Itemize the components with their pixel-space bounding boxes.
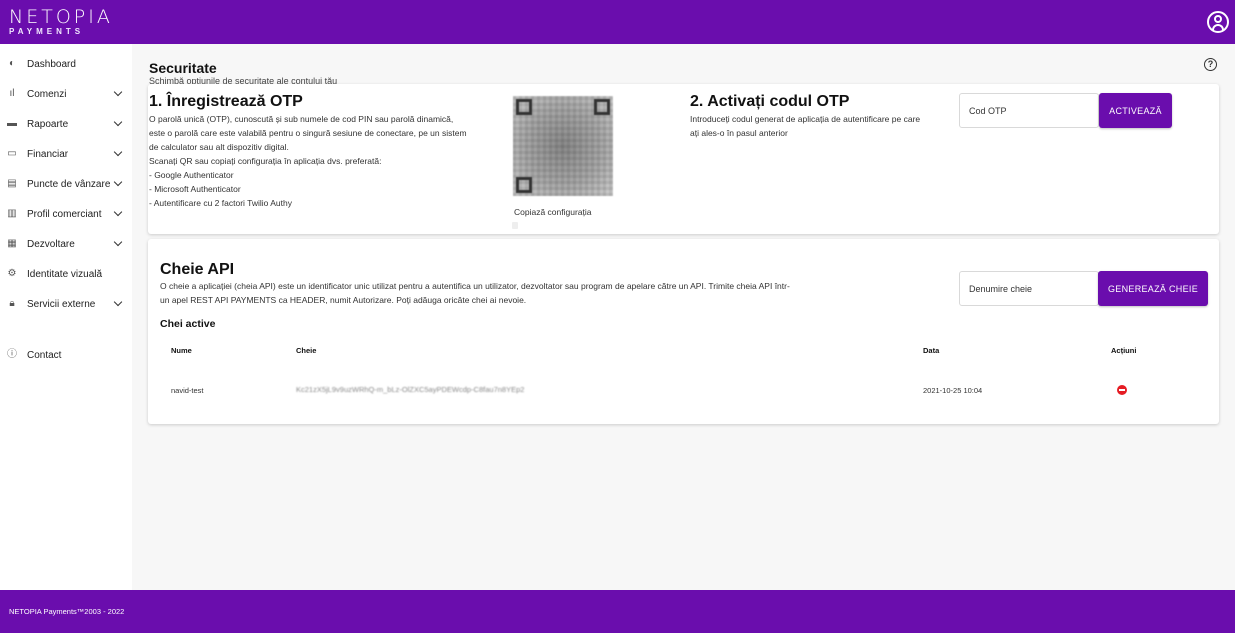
- sidebar-item-puncte-de-vanzare[interactable]: ▤ Puncte de vânzare: [0, 169, 132, 199]
- page-title: Securitate: [149, 60, 217, 76]
- message-icon: ▬: [7, 118, 17, 129]
- api-key-title: Cheie API: [160, 261, 235, 278]
- api-key-value[interactable]: Kc21zX5jL9v9uzWRhQ-m_bLz-OlZXC5ayPDEWcdp…: [296, 385, 524, 394]
- qr-finder-pattern: [516, 177, 532, 193]
- api-text-line: un apel REST API PAYMENTS ca HEADER, num…: [160, 295, 527, 305]
- sidebar-item-dezvoltare[interactable]: ▦ Dezvoltare: [0, 229, 132, 259]
- otp-text-line: de calculator sau alt dispozitiv digital…: [149, 142, 289, 152]
- bar-chart-icon: ıl: [9, 88, 15, 99]
- sidebar-item-rapoarte[interactable]: ▬ Rapoarte: [0, 109, 132, 139]
- grid-icon: ▦: [7, 238, 17, 249]
- otp-text-line: ați ales-o în pasul anterior: [690, 128, 788, 138]
- sidebar-item-label: Contact: [27, 349, 62, 361]
- otp-text-line: este o parolă care este valabilă pentru …: [149, 128, 467, 138]
- sidebar-item-label: Dezvoltare: [27, 238, 75, 250]
- sidebar-item-label: Rapoarte: [27, 118, 69, 130]
- chevron-down-icon: [113, 297, 123, 307]
- chevron-down-icon: [113, 207, 123, 217]
- sidebar-item-profil-comerciant[interactable]: ▥ Profil comerciant: [0, 199, 132, 229]
- footer: NETOPIA Payments™2003 - 2022: [0, 590, 1235, 633]
- sidebar-item-label: Puncte de vânzare: [27, 178, 111, 190]
- otp-text-line: - Autentificare cu 2 factori Twilio Auth…: [149, 198, 292, 208]
- copy-config-link[interactable]: Copiază configurația: [514, 207, 592, 217]
- qr-finder-pattern: [516, 99, 532, 115]
- sidebar-item-label: Profil comerciant: [27, 208, 102, 220]
- column-header-name: Nume: [171, 346, 192, 355]
- help-icon[interactable]: ?: [1204, 58, 1217, 71]
- lock-icon: 🔒︎: [9, 298, 15, 309]
- copy-icon[interactable]: [512, 222, 518, 229]
- sidebar-item-comenzi[interactable]: ıl Comenzi: [0, 79, 132, 109]
- otp-text-line: Scanați QR sau copiați configurația în a…: [149, 156, 382, 166]
- chevron-down-icon: [113, 177, 123, 187]
- sidebar-item-label: Comenzi: [27, 88, 67, 100]
- logo-text-top: NETOPIA: [9, 6, 113, 28]
- pie-chart-icon: ◐: [8, 58, 16, 69]
- logo-text-bottom: PAYMENTS: [9, 27, 85, 36]
- otp-text-line: O parolă unică (OTP), cunoscută și sub n…: [149, 114, 454, 124]
- top-bar: NETOPIA PAYMENTS: [0, 0, 1235, 44]
- key-date-cell: 2021-10-25 10:04: [923, 386, 983, 395]
- sidebar: ◐ Dashboard ıl Comenzi ▬ Rapoarte ▭ Fina…: [0, 44, 132, 590]
- help-circle-icon: ⓘ: [7, 349, 17, 360]
- key-name-cell: navid-test: [171, 386, 204, 395]
- sidebar-item-label: Servicii externe: [27, 298, 96, 310]
- money-icon: ▭: [7, 148, 17, 159]
- key-name-input[interactable]: Denumire cheie: [959, 271, 1099, 306]
- otp-activate-title: 2. Activați codul OTP: [690, 93, 850, 110]
- chevron-down-icon: [113, 237, 123, 247]
- sidebar-item-label: Dashboard: [27, 58, 76, 70]
- chevron-down-icon: [113, 147, 123, 157]
- otp-text-line: - Microsoft Authenticator: [149, 184, 241, 194]
- otp-activate-description: Introduceți codul generat de aplicația d…: [690, 112, 950, 140]
- chevron-down-icon: [113, 87, 123, 97]
- sidebar-item-contact[interactable]: ⓘ Contact: [0, 340, 132, 370]
- api-key-description: O cheie a aplicației (cheia API) este un…: [160, 279, 860, 307]
- column-header-date: Data: [923, 346, 940, 355]
- active-keys-title: Chei active: [160, 318, 216, 330]
- otp-text-line: Introduceți codul generat de aplicația d…: [690, 114, 921, 124]
- sidebar-item-label: Identitate vizuală: [27, 268, 103, 280]
- column-header-actions: Acțiuni: [1111, 346, 1137, 355]
- column-header-key: Cheie: [296, 346, 317, 355]
- api-key-card: [148, 239, 1219, 424]
- generate-key-button[interactable]: GENEREAZĂ CHEIE: [1098, 271, 1208, 306]
- netopia-logo[interactable]: NETOPIA PAYMENTS: [9, 8, 113, 36]
- user-account-icon[interactable]: [1207, 11, 1229, 33]
- otp-code-input[interactable]: Cod OTP: [959, 93, 1099, 128]
- sidebar-item-financiar[interactable]: ▭ Financiar: [0, 139, 132, 169]
- otp-register-title: 1. Înregistrează OTP: [149, 93, 303, 110]
- sidebar-item-dashboard[interactable]: ◐ Dashboard: [0, 49, 132, 79]
- otp-register-description: O parolă unică (OTP), cunoscută și sub n…: [149, 112, 504, 210]
- otp-text-line: - Google Authenticator: [149, 170, 234, 180]
- otp-qr-code: [513, 96, 613, 196]
- footer-copyright: NETOPIA Payments™2003 - 2022: [9, 607, 125, 616]
- gear-icon: ⚙: [7, 268, 17, 279]
- api-text-line: O cheie a aplicației (cheia API) este un…: [160, 281, 790, 291]
- building-icon: ▥: [7, 208, 17, 219]
- qr-finder-pattern: [594, 99, 610, 115]
- store-icon: ▤: [7, 178, 17, 189]
- sidebar-item-identitate-vizuala[interactable]: ⚙ Identitate vizuală: [0, 259, 132, 289]
- chevron-down-icon: [113, 117, 123, 127]
- sidebar-item-servicii-externe[interactable]: 🔒︎ Servicii externe: [0, 289, 132, 319]
- activate-button[interactable]: ACTIVEAZĂ: [1099, 93, 1172, 128]
- delete-key-button[interactable]: [1117, 385, 1127, 395]
- sidebar-item-label: Financiar: [27, 148, 69, 160]
